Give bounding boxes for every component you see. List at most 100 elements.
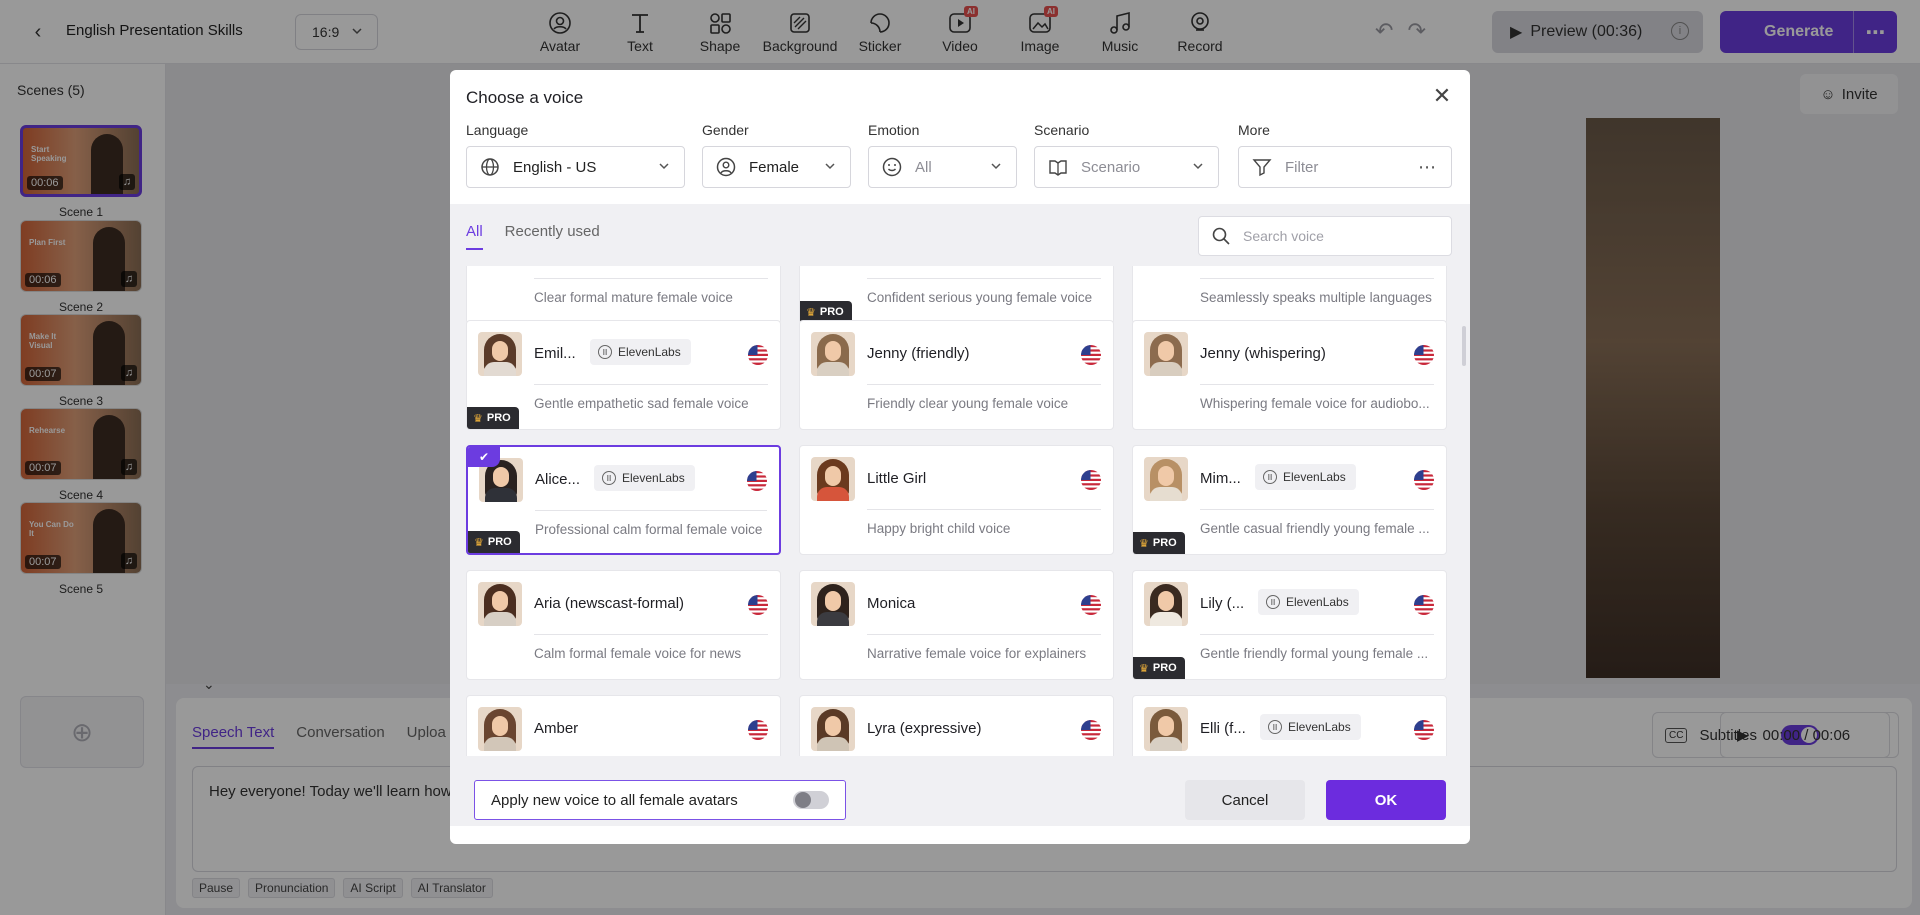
voice-card[interactable]: Emil... II ElevenLabs Gentle empathetic sad… bbox=[466, 320, 781, 430]
chevron-down-icon bbox=[1193, 163, 1203, 170]
voice-name: Jenny (whispering) bbox=[1200, 345, 1326, 362]
card-divider bbox=[1200, 278, 1434, 279]
voice-description: Confident serious young female voice bbox=[867, 290, 1093, 305]
voice-name: Lily (... bbox=[1200, 595, 1245, 612]
ok-button[interactable]: OK bbox=[1326, 780, 1446, 820]
voice-name: Lyra (expressive) bbox=[867, 720, 982, 737]
emotion-select[interactable]: All bbox=[868, 146, 1017, 188]
card-divider bbox=[535, 510, 767, 511]
elevenlabs-icon: II bbox=[602, 471, 616, 485]
elevenlabs-icon: II bbox=[1266, 595, 1280, 609]
cancel-button[interactable]: Cancel bbox=[1185, 780, 1305, 820]
more-dots-icon[interactable]: ⋯ bbox=[1418, 157, 1437, 178]
apply-all-label: Apply new voice to all female avatars bbox=[491, 791, 738, 809]
voice-avatar bbox=[811, 582, 855, 626]
pro-badge: ♛ PRO bbox=[468, 531, 520, 553]
person-icon bbox=[716, 157, 736, 177]
more-filter[interactable]: Filter ⋯ bbox=[1238, 146, 1452, 188]
card-divider bbox=[867, 384, 1101, 385]
voice-avatar bbox=[478, 707, 522, 751]
voice-description: Professional calm formal female voice bbox=[535, 522, 763, 537]
scenario-label: Scenario bbox=[1034, 122, 1090, 138]
voice-name: Amber bbox=[534, 720, 579, 737]
voice-card[interactable]: Little Girl Happy bright child voice bbox=[799, 445, 1114, 555]
chevron-down-icon bbox=[659, 163, 669, 170]
voice-description: Happy bright child voice bbox=[867, 521, 1011, 536]
provider-tag: II ElevenLabs bbox=[590, 339, 691, 365]
voice-name: Alice... bbox=[535, 471, 581, 488]
voice-card[interactable]: Lyra (expressive) bbox=[799, 695, 1114, 756]
apply-all-toggle[interactable] bbox=[793, 791, 829, 809]
voice-card[interactable]: Jenny (whispering) Whispering female voic… bbox=[1132, 320, 1447, 430]
us-flag-icon bbox=[1414, 345, 1434, 365]
chevron-down-icon bbox=[825, 163, 835, 170]
close-icon[interactable]: ✕ bbox=[1430, 84, 1454, 108]
globe-icon bbox=[481, 158, 499, 176]
voice-grid: Clear formal mature female voice Confiden… bbox=[466, 266, 1458, 756]
search-icon bbox=[1212, 227, 1230, 245]
voice-card[interactable]: Alice... II ElevenLabs Professional calm fo… bbox=[466, 445, 781, 555]
language-value: English - US bbox=[513, 158, 597, 176]
tab-all[interactable]: All bbox=[466, 223, 483, 250]
gender-select[interactable]: Female bbox=[702, 146, 851, 188]
elevenlabs-icon: II bbox=[1268, 720, 1282, 734]
voice-avatar bbox=[811, 707, 855, 751]
tab-recently-used[interactable]: Recently used bbox=[505, 223, 600, 250]
provider-label: ElevenLabs bbox=[1283, 470, 1346, 484]
emotion-label: Emotion bbox=[868, 122, 920, 138]
book-icon bbox=[1049, 160, 1067, 176]
voice-avatar bbox=[478, 332, 522, 376]
voice-card[interactable]: Jenny (friendly) Friendly clear young fem… bbox=[799, 320, 1114, 430]
voice-avatar bbox=[811, 332, 855, 376]
filter-icon bbox=[1252, 159, 1272, 177]
scenario-select[interactable]: Scenario bbox=[1034, 146, 1219, 188]
pro-badge: ♛ PRO bbox=[1133, 532, 1185, 554]
voice-card[interactable]: Amber bbox=[466, 695, 781, 756]
voice-name: Jenny (friendly) bbox=[867, 345, 970, 362]
voice-card[interactable]: Elli (f... II ElevenLabs bbox=[1132, 695, 1447, 756]
us-flag-icon bbox=[748, 595, 768, 615]
pro-badge: ♛ PRO bbox=[467, 407, 519, 429]
voice-card[interactable]: Confident serious young female voice ♛ PRO bbox=[799, 266, 1114, 324]
card-divider bbox=[867, 509, 1101, 510]
card-divider bbox=[1200, 384, 1434, 385]
us-flag-icon bbox=[1414, 720, 1434, 740]
more-label: More bbox=[1238, 122, 1270, 138]
voice-avatar bbox=[1144, 457, 1188, 501]
voice-name: Aria (newscast-formal) bbox=[534, 595, 685, 612]
card-divider bbox=[534, 278, 768, 279]
crown-icon: ♛ bbox=[1139, 662, 1149, 675]
voice-avatar bbox=[478, 582, 522, 626]
us-flag-icon bbox=[747, 471, 767, 491]
pro-label: PRO bbox=[819, 306, 844, 318]
chevron-down-icon bbox=[991, 163, 1001, 170]
voice-card[interactable]: Aria (newscast-formal) Calm formal female… bbox=[466, 570, 781, 680]
voice-card[interactable]: Mim... II ElevenLabs Gentle casual friendly… bbox=[1132, 445, 1447, 555]
voice-name: Mim... bbox=[1200, 470, 1241, 487]
voice-card[interactable]: Monica Narrative female voice for explain… bbox=[799, 570, 1114, 680]
provider-label: ElevenLabs bbox=[1286, 595, 1349, 609]
voice-description: Narrative female voice for explainers bbox=[867, 646, 1087, 661]
language-select[interactable]: English - US bbox=[466, 146, 685, 188]
us-flag-icon bbox=[1081, 720, 1101, 740]
dialog-title: Choose a voice bbox=[466, 88, 584, 107]
voice-description: Friendly clear young female voice bbox=[867, 396, 1069, 411]
search-placeholder: Search voice bbox=[1243, 228, 1324, 244]
provider-label: ElevenLabs bbox=[618, 345, 681, 359]
voice-card[interactable]: Lily (... II ElevenLabs Gentle friendly for… bbox=[1132, 570, 1447, 680]
elevenlabs-icon: II bbox=[598, 345, 612, 359]
language-label: Language bbox=[466, 122, 529, 138]
voice-description: Clear formal mature female voice bbox=[534, 290, 733, 305]
voice-name: Emil... bbox=[534, 345, 576, 362]
pro-badge: ♛ PRO bbox=[1133, 657, 1185, 679]
crown-icon: ♛ bbox=[806, 306, 816, 319]
checkmark-icon: ✔ bbox=[468, 447, 500, 467]
search-voice-input[interactable]: Search voice bbox=[1198, 216, 1452, 256]
provider-tag: II ElevenLabs bbox=[594, 465, 695, 491]
voice-card[interactable]: Clear formal mature female voice bbox=[466, 266, 781, 324]
voice-description: Whispering female voice for audiobo... bbox=[1200, 396, 1430, 411]
crown-icon: ♛ bbox=[1139, 537, 1149, 550]
card-divider bbox=[1200, 634, 1434, 635]
scrollbar-thumb[interactable] bbox=[1462, 326, 1466, 366]
voice-card[interactable]: Seamlessly speaks multiple languages bbox=[1132, 266, 1447, 324]
